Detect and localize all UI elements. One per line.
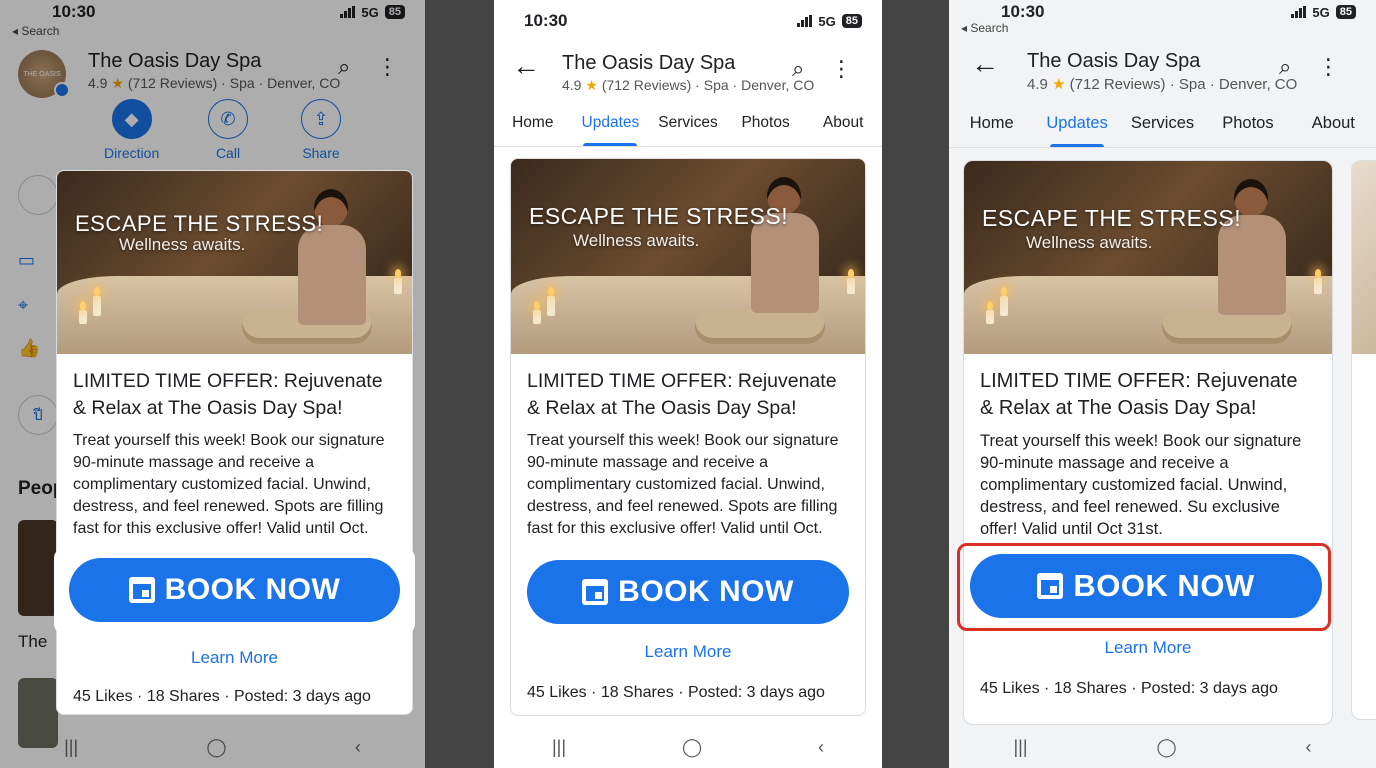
hero-subtitle: Wellness awaits. bbox=[119, 235, 246, 254]
business-name: The Oasis Day Spa bbox=[562, 52, 736, 74]
back-arrow-icon[interactable]: ← bbox=[971, 50, 999, 78]
search-icon[interactable]: ⌕ bbox=[1279, 54, 1291, 80]
tab-services[interactable]: Services bbox=[1120, 104, 1205, 147]
home-icon[interactable]: ◯ bbox=[1156, 737, 1176, 758]
post-stats: 45 Likes · 18 Shares · Posted: 3 days ag… bbox=[73, 688, 371, 705]
post-card[interactable]: ESCAPE THE STRESS! Wellness awaits. LIMI… bbox=[510, 158, 866, 716]
status-time: 10:30 bbox=[1001, 2, 1045, 21]
tab-about[interactable]: About bbox=[1291, 104, 1376, 147]
post-hero-image: ESCAPE THE STRESS! Wellness awaits. bbox=[511, 159, 865, 354]
rating-value: 4.9 bbox=[1027, 76, 1048, 93]
more-options-icon[interactable]: ⋮ bbox=[830, 56, 852, 82]
battery-icon: 85 bbox=[1335, 5, 1356, 19]
tab-updates[interactable]: Updates bbox=[572, 104, 650, 146]
review-count[interactable]: (712 Reviews) bbox=[1070, 76, 1166, 93]
book-now-label: BOOK NOW bbox=[164, 573, 341, 606]
status-time: 10:30 bbox=[524, 11, 568, 30]
tab-bar: Home Updates Services Photos About bbox=[494, 104, 882, 147]
calendar-icon bbox=[582, 579, 609, 605]
recents-icon[interactable]: ||| bbox=[1013, 737, 1027, 758]
tab-home[interactable]: Home bbox=[494, 104, 572, 146]
gutter-right bbox=[882, 0, 949, 768]
hero-subtitle: Wellness awaits. bbox=[573, 231, 700, 250]
post-title: LIMITED TIME OFFER: Rejuvenate & Relax a… bbox=[527, 370, 837, 419]
network-label: 5G bbox=[818, 13, 836, 29]
learn-more-link[interactable]: Learn More bbox=[511, 642, 865, 662]
business-name: The Oasis Day Spa bbox=[1027, 50, 1201, 72]
phone-panel-3: 10:30 5G 85 ◂ Search ← The Oasis Day Spa… bbox=[949, 0, 1376, 768]
business-meta: 4.9 ★ (712 Reviews) · Spa · Denver, CO bbox=[1027, 76, 1298, 93]
back-icon[interactable]: ‹ bbox=[355, 737, 361, 758]
home-icon[interactable]: ◯ bbox=[206, 737, 226, 758]
star-icon: ★ bbox=[585, 77, 598, 93]
phone-panel-2: 10:30 5G 85 ← The Oasis Day Spa 4.9 ★ (7… bbox=[494, 0, 882, 768]
hero-title: ESCAPE THE STRESS! bbox=[529, 203, 789, 229]
post-hero-image: ESCAPE THE STRESS! Wellness awaits. bbox=[57, 171, 412, 354]
tab-photos[interactable]: Photos bbox=[1205, 104, 1290, 147]
android-nav-bar: ||| ◯ ‹ bbox=[949, 726, 1376, 768]
back-to-search-link[interactable]: ◂ Search bbox=[961, 21, 1008, 35]
status-bar: 10:30 5G 85 bbox=[949, 0, 1376, 30]
tab-updates[interactable]: Updates bbox=[1034, 104, 1119, 147]
post-card[interactable]: ESCAPE THE STRESS! Wellness awaits. LIMI… bbox=[963, 160, 1333, 725]
tab-photos[interactable]: Photos bbox=[727, 104, 805, 146]
business-category: Spa bbox=[703, 77, 729, 93]
gutter-left bbox=[425, 0, 494, 768]
post-title: LIMITED TIME OFFER: Rejuvenate & Relax a… bbox=[980, 370, 1298, 419]
next-post-card-peek[interactable] bbox=[1351, 160, 1376, 720]
post-body: Treat yourself this week! Book our signa… bbox=[980, 432, 1302, 538]
learn-more-link[interactable]: Learn More bbox=[964, 638, 1332, 658]
back-icon[interactable]: ‹ bbox=[1306, 737, 1312, 758]
book-now-label: BOOK NOW bbox=[618, 575, 794, 608]
back-icon[interactable]: ‹ bbox=[818, 737, 824, 758]
signal-icon bbox=[1291, 6, 1307, 18]
tab-bar: Home Updates Services Photos About bbox=[949, 104, 1376, 148]
network-label: 5G bbox=[1312, 4, 1330, 20]
signal-icon bbox=[797, 15, 813, 27]
post-body: Treat yourself this week! Book our signa… bbox=[73, 432, 385, 537]
hero-subtitle: Wellness awaits. bbox=[1026, 233, 1153, 252]
home-icon[interactable]: ◯ bbox=[682, 737, 702, 758]
review-count[interactable]: (712 Reviews) bbox=[602, 77, 691, 93]
book-now-button[interactable]: BOOK NOW bbox=[69, 558, 400, 622]
post-title: LIMITED TIME OFFER: Rejuvenate & Relax a… bbox=[73, 370, 383, 419]
learn-more-link[interactable]: Learn More bbox=[57, 648, 412, 668]
post-stats: 45 Likes · 18 Shares · Posted: 3 days ag… bbox=[527, 684, 825, 701]
rating-value: 4.9 bbox=[562, 77, 582, 93]
search-icon[interactable]: ⌕ bbox=[792, 56, 804, 82]
hero-title: ESCAPE THE STRESS! bbox=[982, 205, 1242, 231]
phone-panel-1: 10:30 5G 85 ◂ Search THE OASIS The Oasis… bbox=[0, 0, 425, 768]
more-options-icon[interactable]: ⋮ bbox=[1317, 54, 1339, 80]
android-nav-bar: ||| ◯ ‹ bbox=[494, 726, 882, 768]
book-now-highlight-frame bbox=[957, 543, 1331, 631]
post-stats: 45 Likes · 18 Shares · Posted: 3 days ag… bbox=[980, 680, 1278, 697]
battery-icon: 85 bbox=[841, 14, 862, 28]
calendar-icon bbox=[128, 577, 155, 603]
recents-icon[interactable]: ||| bbox=[552, 737, 566, 758]
android-nav-bar: ||| ◯ ‹ bbox=[0, 726, 425, 768]
next-post-image bbox=[1352, 161, 1376, 354]
status-bar: 10:30 5G 85 bbox=[494, 3, 882, 39]
post-body: Treat yourself this week! Book our signa… bbox=[527, 432, 839, 537]
book-now-button[interactable]: BOOK NOW bbox=[527, 560, 849, 624]
tab-about[interactable]: About bbox=[804, 104, 882, 146]
tab-home[interactable]: Home bbox=[949, 104, 1034, 147]
back-arrow-icon[interactable]: ← bbox=[512, 52, 540, 80]
business-category: Spa bbox=[1178, 76, 1206, 93]
tab-services[interactable]: Services bbox=[649, 104, 727, 146]
business-meta: 4.9 ★ (712 Reviews) · Spa · Denver, CO bbox=[562, 77, 815, 93]
recents-icon[interactable]: ||| bbox=[64, 737, 78, 758]
star-icon: ★ bbox=[1052, 76, 1066, 93]
hero-title: ESCAPE THE STRESS! bbox=[75, 211, 324, 236]
post-hero-image: ESCAPE THE STRESS! Wellness awaits. bbox=[964, 161, 1332, 354]
